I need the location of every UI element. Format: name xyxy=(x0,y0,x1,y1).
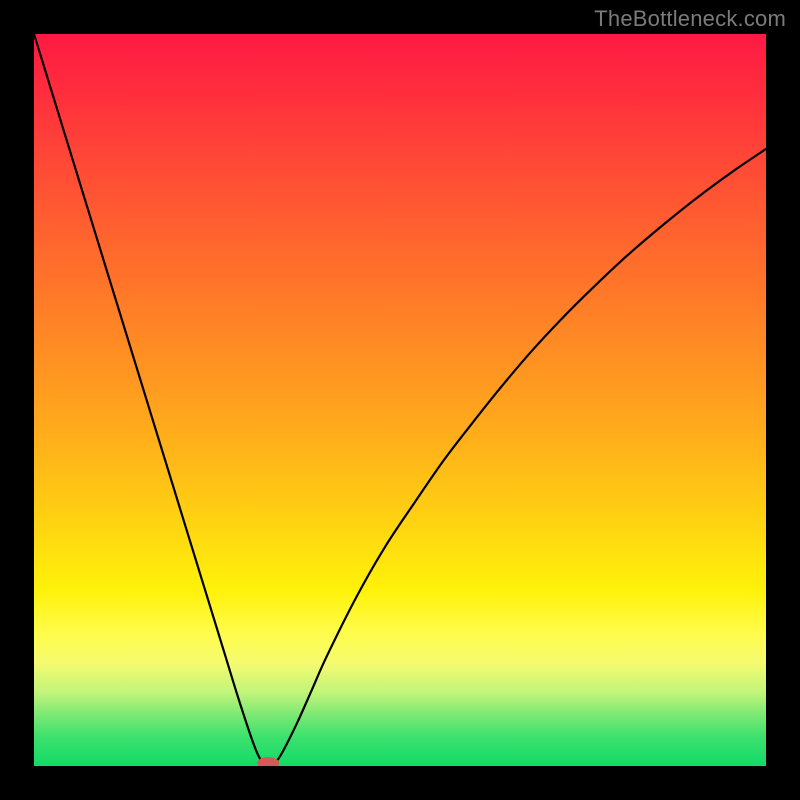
chart-frame: TheBottleneck.com xyxy=(0,0,800,800)
bottleneck-curve xyxy=(34,34,766,766)
bottleneck-curve-svg xyxy=(34,34,766,766)
watermark-text: TheBottleneck.com xyxy=(594,6,786,32)
plot-area xyxy=(34,34,766,766)
